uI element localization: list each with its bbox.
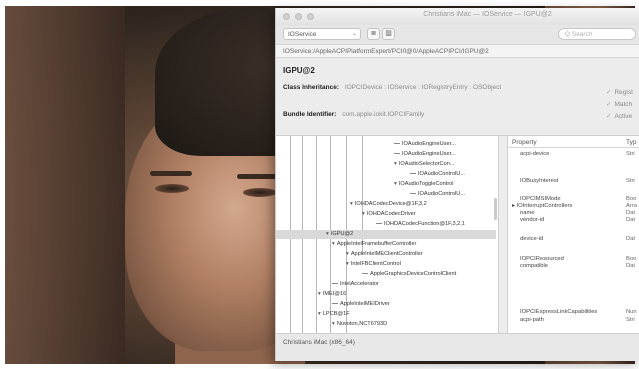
- search-field[interactable]: Q Search: [558, 28, 636, 40]
- tree-row[interactable]: ▾ IOAudioToggleControl: [394, 180, 454, 189]
- property-row[interactable]: IOPCIExpressLinkCapabilities Nun: [520, 309, 637, 315]
- column-type[interactable]: Typ: [626, 139, 636, 146]
- property-row[interactable]: acpi-path Stri: [520, 317, 635, 323]
- tree-row[interactable]: AppleGraphicsDeviceControlClient: [362, 270, 456, 279]
- tree-row[interactable]: ▾ IOHDACodecDriver: [362, 210, 416, 219]
- tree-row-selected[interactable]: ▾ IGPU@2: [276, 230, 496, 239]
- checkmark-icon: ✓: [606, 101, 612, 108]
- bundle-identifier-value: com.apple.iokit.IOPCIFamily: [342, 111, 425, 118]
- node-info: IGPU@2 Class Inheritance: IOPCIDevice : …: [276, 58, 639, 134]
- node-title: IGPU@2: [283, 66, 315, 75]
- class-inheritance: Class Inheritance: IOPCIDevice : IOServi…: [283, 84, 501, 91]
- status-text: Christians iMac (x86_64): [283, 339, 355, 346]
- property-row[interactable]: device-id Dat: [520, 236, 635, 242]
- checkmark-icon: ✓: [606, 89, 612, 96]
- property-row[interactable]: acpi-device Stri: [520, 151, 635, 157]
- tree-row[interactable]: ▾ IOHDACodecDevice@1F,3,2: [350, 200, 427, 209]
- check-label: Match: [614, 101, 633, 108]
- toolbar: IOService ⌄ ≣ ▥ Q Search: [276, 25, 639, 44]
- browser-view-icon[interactable]: ▥: [382, 28, 395, 40]
- window-title: Christians iMac — IOService — IGPU@2: [423, 11, 552, 18]
- property-row[interactable]: IOBusyInterest Stri: [520, 178, 635, 184]
- property-row[interactable]: vendor-id Dat: [520, 217, 635, 223]
- tree-row[interactable]: IOAudioEngineUser...: [394, 150, 456, 159]
- tree-row[interactable]: AppleIntelMEIDriver: [332, 300, 390, 309]
- bundle-identifier: Bundle Identifier: com.apple.iokit.IOPCI…: [283, 111, 424, 118]
- properties-table: Property Typ acpi-device Stri IOBusyInter…: [508, 136, 639, 333]
- tree-scrollbar[interactable]: [494, 198, 497, 220]
- status-bar: Christians iMac (x86_64): [276, 333, 639, 361]
- registry-tree[interactable]: IOAudioEngineUser... IOAudioEngineUser..…: [276, 136, 498, 334]
- check-matched: ✓ Match: [606, 100, 633, 108]
- tree-row[interactable]: IntelAccelerator: [332, 280, 379, 289]
- tree-row[interactable]: ▾ IMEI@16: [318, 290, 346, 299]
- frame-shadow: [5, 6, 125, 364]
- split-divider[interactable]: [498, 136, 508, 333]
- registry-path: IOService:/AppleACPIPlatformExpert/PCI0@…: [276, 44, 639, 58]
- tree-row[interactable]: ▾ Nuvoton,NCT6793D: [332, 320, 387, 329]
- property-row[interactable]: ▸ IOInterruptControllers Arra: [512, 203, 637, 209]
- check-active: ✓ Active: [606, 112, 633, 120]
- split-view: IOAudioEngineUser... IOAudioEngineUser..…: [276, 135, 639, 334]
- class-inheritance-label: Class Inheritance:: [283, 84, 339, 91]
- checkmark-icon: ✓: [606, 113, 612, 120]
- tree-row[interactable]: IOAudioControlU...: [410, 190, 465, 199]
- state-checks: ✓ Regist ✓ Match ✓ Active: [606, 88, 633, 124]
- properties-header: Property Typ: [508, 136, 639, 148]
- person-brow: [150, 171, 192, 176]
- chevron-down-icon: ⌄: [351, 31, 357, 37]
- ioreg-window: Christians iMac — IOService — IGPU@2 IOS…: [275, 8, 639, 361]
- tree-row[interactable]: ▾ LPCB@1F: [318, 310, 350, 319]
- list-view-icon[interactable]: ≣: [367, 28, 380, 40]
- person-eye: [155, 184, 189, 193]
- title-bar[interactable]: Christians iMac — IOService — IGPU@2: [276, 8, 639, 25]
- plane-select-value: IOService: [288, 31, 317, 38]
- check-label: Active: [614, 113, 633, 120]
- tree-row[interactable]: ▾ IOAudioSelectorCon...: [394, 160, 454, 169]
- tree-row[interactable]: ▾ AppleIntelFramebufferController: [332, 240, 416, 249]
- column-property[interactable]: Property: [512, 139, 537, 146]
- check-registered: ✓ Regist: [606, 88, 633, 96]
- tree-row[interactable]: IOHDACodecFunction@1F,3,2,1: [376, 220, 465, 229]
- tree-row[interactable]: ▾ AppleIntelMEClientController: [346, 250, 423, 259]
- property-row[interactable]: name Dat: [520, 210, 635, 216]
- check-label: Regist: [614, 89, 633, 96]
- person-eye: [243, 188, 277, 197]
- plane-select[interactable]: IOService ⌄: [283, 28, 361, 40]
- property-row[interactable]: compatible Dat: [520, 263, 635, 269]
- class-inheritance-value: IOPCIDevice : IOService : IORegistryEntr…: [344, 84, 502, 91]
- tree-row[interactable]: IOAudioEngineUser...: [394, 140, 456, 149]
- bundle-identifier-label: Bundle Identifier:: [283, 111, 337, 118]
- tree-row[interactable]: ▾ IntelFBClientControl: [346, 260, 401, 269]
- property-row[interactable]: IOPCIResourced Boo: [520, 256, 636, 262]
- property-row[interactable]: IOPCIMSIMode Boo: [520, 196, 636, 202]
- tree-row[interactable]: IOAudioControlU...: [410, 170, 465, 179]
